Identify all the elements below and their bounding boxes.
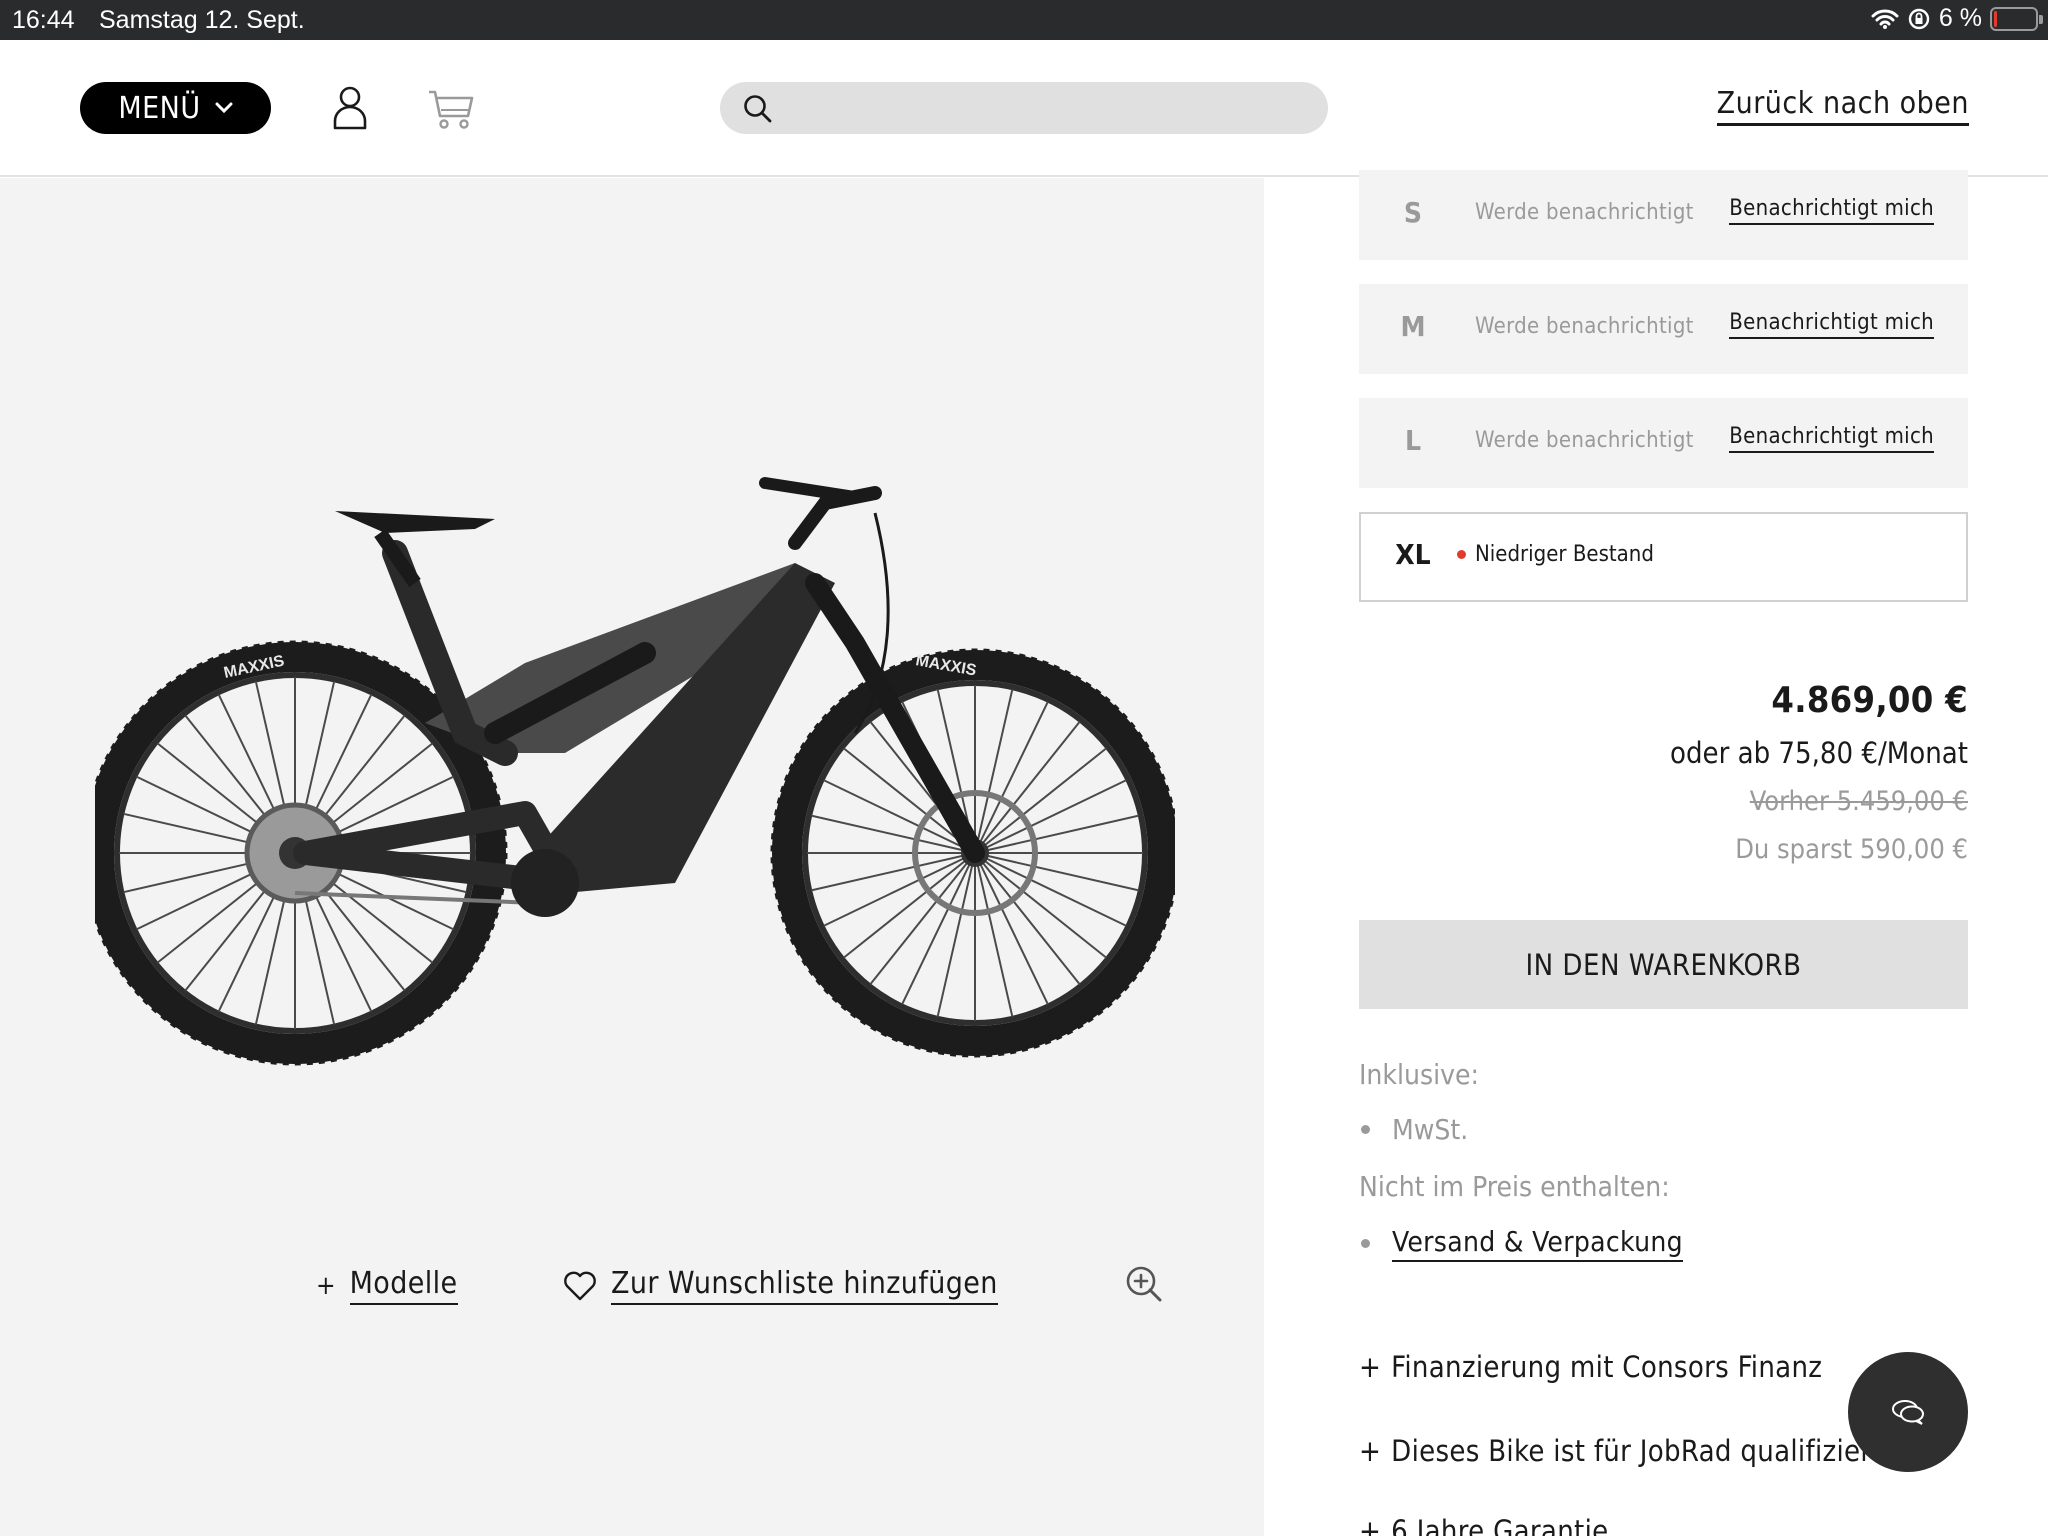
wheel-spoke <box>974 852 1127 927</box>
size-label: XL <box>1395 538 1431 571</box>
size-availability-note: Werde benachrichtigt <box>1475 314 1694 339</box>
status-date: Samstag 12. Sept. <box>99 6 305 34</box>
size-availability-note: Werde benachrichtigt <box>1475 200 1694 225</box>
chat-button[interactable] <box>1848 1352 1968 1472</box>
wheel-spoke <box>823 852 976 927</box>
shipping-link[interactable]: Versand & Verpackung <box>1392 1225 1683 1262</box>
product-gallery: MAXXIS MAXXIS + Modelle Zur Wunschliste … <box>0 178 1264 1536</box>
menu-button[interactable]: MENÜ <box>80 82 271 134</box>
accordion-label: Dieses Bike ist für JobRad qualifiziert <box>1391 1434 1882 1468</box>
size-row-m[interactable]: M Werde benachrichtigt Benachrichtigt mi… <box>1359 284 1968 374</box>
battery-percent: 6 % <box>1938 4 1982 32</box>
stock-status-label: Niedriger Bestand <box>1475 542 1654 567</box>
included-item-label: MwSt. <box>1392 1113 1469 1146</box>
heart-icon <box>564 1271 596 1300</box>
product-price: 4.869,00 € <box>1771 680 1968 721</box>
user-icon[interactable] <box>332 86 368 130</box>
bullet-icon <box>1361 1239 1370 1248</box>
orientation-lock-icon <box>1908 8 1930 29</box>
product-image: MAXXIS MAXXIS <box>95 477 1175 1066</box>
wifi-icon <box>1871 9 1899 29</box>
wishlist-label: Zur Wunschliste hinzufügen <box>611 1266 998 1305</box>
size-row-xl[interactable]: XL Niedriger Bestand <box>1359 512 1968 602</box>
search-icon <box>744 95 772 123</box>
size-label: M <box>1400 310 1426 343</box>
savings-amount: Du sparst 590,00 € <box>1735 834 1968 865</box>
chevron-down-icon <box>215 102 233 114</box>
wishlist-button[interactable]: Zur Wunschliste hinzufügen <box>563 1266 998 1305</box>
zoom-in-icon[interactable] <box>1124 1264 1164 1304</box>
back-to-top-link[interactable]: Zurück nach oben <box>1716 86 1969 126</box>
notify-me-link[interactable]: Benachrichtigt mich <box>1729 424 1934 453</box>
wheel-spoke <box>974 779 1127 854</box>
notify-me-link[interactable]: Benachrichtigt mich <box>1729 196 1934 225</box>
previous-price: Vorher 5.459,00 € <box>1749 786 1968 817</box>
accordion-financing[interactable]: + Finanzierung mit Consors Finanz <box>1359 1350 1822 1384</box>
size-label: L <box>1404 424 1422 457</box>
chat-icon <box>1892 1400 1924 1425</box>
wheel-spoke <box>974 852 1049 1005</box>
size-row-l[interactable]: L Werde benachrichtigt Benachrichtigt mi… <box>1359 398 1968 488</box>
accordion-jobrad[interactable]: + Dieses Bike ist für JobRad qualifizier… <box>1359 1434 1882 1468</box>
notify-me-link[interactable]: Benachrichtigt mich <box>1729 310 1934 339</box>
models-label: Modelle <box>349 1266 458 1305</box>
plus-icon: + <box>1359 1514 1382 1536</box>
gallery-actions: + Modelle Zur Wunschliste hinzufügen <box>0 1266 1264 1326</box>
accordion-label: 6 Jahre Garantie <box>1391 1514 1609 1536</box>
bullet-icon <box>1361 1125 1370 1134</box>
status-indicators: 6 % <box>1871 4 2043 33</box>
size-availability-note: Werde benachrichtigt <box>1475 428 1694 453</box>
wheel-spoke <box>901 852 976 1005</box>
plus-icon: + <box>1359 1434 1382 1468</box>
battery-icon <box>1990 6 2043 31</box>
size-label: S <box>1403 196 1423 229</box>
included-item: MwSt. <box>1361 1113 1468 1146</box>
monthly-price: oder ab 75,80 €/Monat <box>1670 736 1968 770</box>
wheel-spoke <box>974 701 1049 854</box>
excluded-label: Nicht im Preis enthalten: <box>1359 1170 1670 1203</box>
models-toggle[interactable]: + Modelle <box>316 1266 458 1305</box>
included-label: Inklusive: <box>1359 1058 1479 1091</box>
search-input[interactable] <box>720 82 1328 134</box>
battery-level <box>1994 10 1997 27</box>
menu-label: MENÜ <box>118 90 201 126</box>
status-bar: 16:44 Samstag 12. Sept. 6 % <box>0 0 2048 40</box>
low-stock-dot <box>1457 550 1466 559</box>
add-to-cart-button[interactable]: IN DEN WARENKORB <box>1359 920 1968 1009</box>
status-time: 16:44 <box>12 6 75 34</box>
site-header: MENÜ Zurück nach oben <box>0 40 2048 177</box>
accordion-label: Finanzierung mit Consors Finanz <box>1391 1350 1823 1384</box>
stock-status: Niedriger Bestand <box>1457 542 1654 567</box>
accordion-warranty[interactable]: + 6 Jahre Garantie <box>1359 1514 1608 1536</box>
plus-icon: + <box>316 1270 336 1301</box>
plus-icon: + <box>1359 1350 1382 1384</box>
excluded-item: Versand & Verpackung <box>1361 1225 1683 1262</box>
cart-icon[interactable] <box>428 88 474 130</box>
size-row-s[interactable]: S Werde benachrichtigt Benachrichtigt mi… <box>1359 170 1968 260</box>
